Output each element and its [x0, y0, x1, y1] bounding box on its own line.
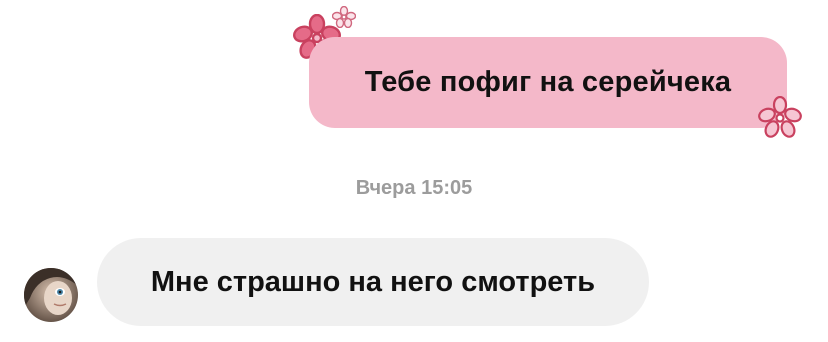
flower-icon [332, 6, 356, 28]
incoming-message-bubble[interactable]: Мне страшно на него смотреть [97, 238, 649, 326]
flower-icon [758, 96, 802, 138]
avatar[interactable] [24, 268, 78, 322]
chat-thread: Тебе пофиг на серейчека Вчера 15:05 Мне … [0, 0, 828, 342]
incoming-message-text: Мне страшно на него смотреть [150, 265, 596, 298]
message-timestamp: Вчера 15:05 [355, 177, 473, 199]
outgoing-message-bubble[interactable]: Тебе пофиг на серейчека [309, 37, 787, 128]
outgoing-message-text: Тебе пофиг на серейчека [364, 66, 732, 98]
avatar-image [24, 268, 78, 322]
